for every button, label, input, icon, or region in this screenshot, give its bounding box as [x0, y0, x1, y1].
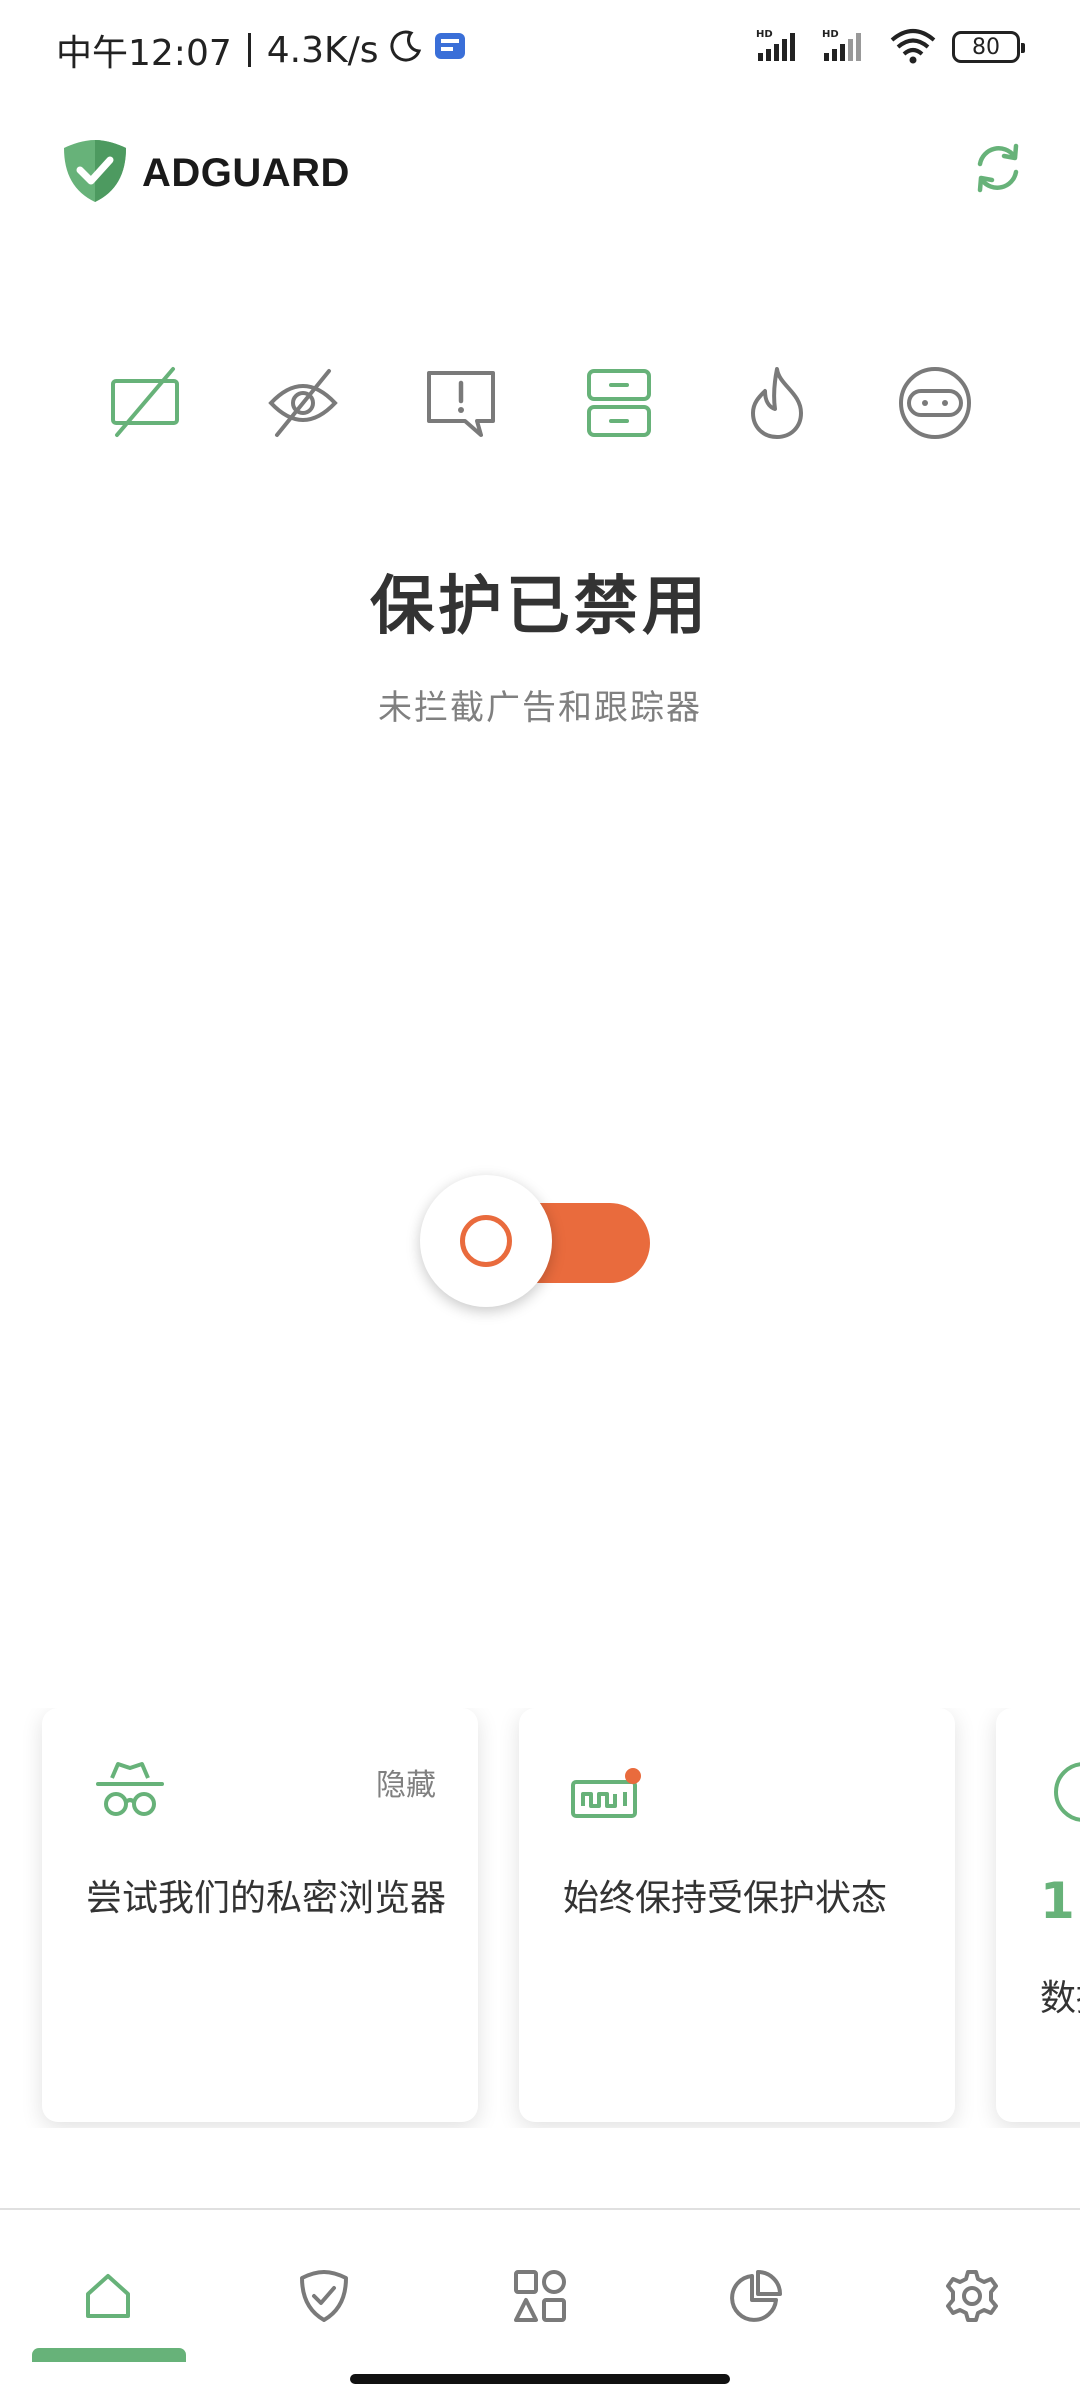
signal-icon-2: HD [822, 27, 874, 67]
promo-cards-carousel[interactable]: 隐藏 尝试我们的私密浏览器 始终保持受保护状态 11 数据节省 [0, 1708, 1080, 2128]
feature-annoyance-blocking[interactable] [416, 360, 506, 450]
app-name: ADGUARD [142, 150, 350, 195]
status-speed: 4.3K/s [266, 29, 379, 71]
ad-block-icon [105, 363, 185, 447]
dns-protection-icon [579, 363, 659, 447]
notification-app-icon [433, 29, 467, 72]
wifi-icon [888, 26, 938, 68]
nav-settings[interactable] [932, 2258, 1012, 2338]
card-number: 11 [1040, 1872, 1080, 1930]
nav-apps[interactable] [500, 2258, 580, 2338]
feature-ad-blocking[interactable] [100, 360, 190, 450]
apps-icon [512, 2268, 568, 2328]
battery-indicator: 80 [952, 31, 1025, 63]
nav-statistics[interactable] [716, 2258, 796, 2338]
feature-firewall[interactable] [732, 360, 822, 450]
feature-tracking-protection[interactable] [258, 360, 348, 450]
app-header: ADGUARD [0, 130, 1080, 210]
feature-stealth-mode[interactable] [890, 360, 980, 450]
svg-text:HD: HD [756, 29, 773, 40]
status-left: 中午12:07 4.3K/s [56, 24, 467, 76]
keep-protected-icon [567, 1756, 647, 1826]
private-browser-icon [90, 1756, 170, 1826]
battery-level: 80 [972, 34, 1000, 60]
status-separator [247, 33, 251, 67]
tracking-protection-icon [263, 363, 343, 447]
card-hide-link[interactable]: 隐藏 [376, 1760, 436, 1804]
card-keep-protected[interactable]: 始终保持受保护状态 [519, 1708, 955, 2122]
nav-home[interactable] [68, 2258, 148, 2338]
card-private-browser[interactable]: 隐藏 尝试我们的私密浏览器 [42, 1708, 478, 2122]
status-time: 中午12:07 [56, 33, 232, 74]
adguard-shield-logo-icon [62, 138, 128, 208]
toggle-knob [420, 1175, 552, 1307]
protection-status-title: 保护已禁用 [370, 570, 710, 644]
card-statistics[interactable]: 11 数据节省 [996, 1708, 1080, 2122]
app-logo: ADGUARD [62, 138, 350, 208]
protection-toggle[interactable] [420, 1175, 650, 1310]
nav-protection[interactable] [284, 2258, 364, 2338]
protection-status-subtitle: 未拦截广告和跟踪器 [378, 688, 702, 728]
settings-gear-icon [944, 2268, 1000, 2328]
stats-icon [1044, 1756, 1080, 1826]
protection-features-row [100, 360, 980, 450]
system-home-bar[interactable] [350, 2374, 730, 2384]
bottom-navigation [0, 2208, 1080, 2400]
card-text: 数据节省 [1040, 1978, 1080, 2019]
card-text: 始终保持受保护状态 [563, 1878, 888, 1919]
feature-dns-protection[interactable] [574, 360, 664, 450]
nav-active-indicator [32, 2348, 186, 2362]
signal-icon: HD [756, 27, 808, 67]
refresh-icon [970, 140, 1026, 200]
annoyance-icon [421, 363, 501, 447]
toggle-off-ring-icon [460, 1215, 512, 1267]
home-icon [80, 2268, 136, 2328]
status-bar: 中午12:07 4.3K/s HD HD 80 [0, 0, 1080, 96]
refresh-button[interactable] [966, 138, 1030, 202]
statistics-icon [728, 2268, 784, 2328]
card-text: 尝试我们的私密浏览器 [86, 1878, 447, 1919]
firewall-icon [737, 363, 817, 447]
svg-text:HD: HD [822, 29, 839, 40]
stealth-mode-icon [895, 363, 975, 447]
status-right: HD HD 80 [756, 26, 1025, 68]
protection-shield-icon [296, 2268, 352, 2328]
moon-icon [389, 29, 423, 72]
